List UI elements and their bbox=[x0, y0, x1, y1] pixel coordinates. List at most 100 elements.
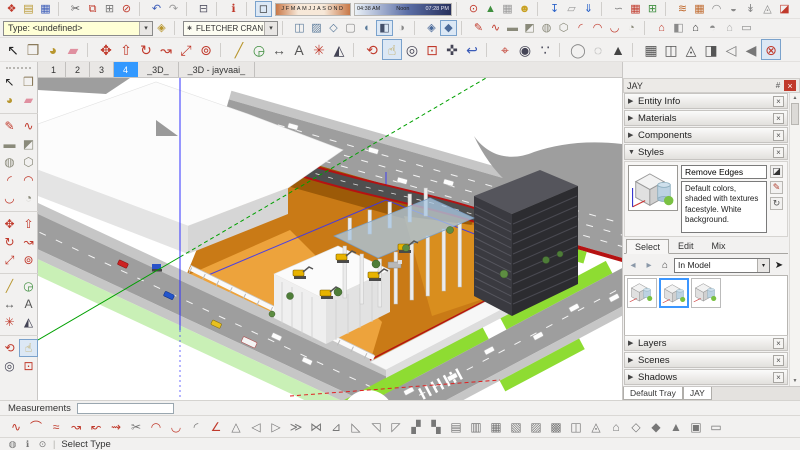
pie-tool[interactable]: ◔ bbox=[623, 20, 640, 36]
section-shadows[interactable]: ▶ Shadows × bbox=[624, 369, 788, 385]
prism-tool[interactable]: ▣ bbox=[686, 417, 706, 436]
pin-icon[interactable]: # bbox=[772, 80, 784, 91]
view-iso[interactable]: ◈ bbox=[423, 20, 440, 36]
style-thumb-1[interactable] bbox=[627, 278, 657, 308]
select-tool[interactable]: ↖ bbox=[3, 39, 23, 60]
dimension-tool[interactable]: ↔ bbox=[0, 295, 19, 313]
weave-tool[interactable]: ⋈ bbox=[306, 417, 326, 436]
acam-record[interactable]: ⊗ bbox=[761, 39, 781, 60]
update-style-button[interactable]: ✎ bbox=[770, 181, 783, 194]
offset-tool[interactable]: ⊚ bbox=[196, 39, 216, 60]
rectangle-tool[interactable]: ▬ bbox=[504, 20, 521, 36]
face-style-hidden-line[interactable]: ▢ bbox=[342, 20, 359, 36]
hatch-a[interactable]: ▞ bbox=[406, 417, 426, 436]
dropdown-arrow-icon[interactable]: ▾ bbox=[757, 258, 769, 272]
arc-concave[interactable]: ◠ bbox=[146, 417, 166, 436]
loft-left[interactable]: ◁ bbox=[246, 417, 266, 436]
pie-tool[interactable]: ◔ bbox=[19, 189, 38, 207]
refresh-style-button[interactable]: ↻ bbox=[770, 197, 783, 210]
shelter-tool[interactable]: ⌂ bbox=[606, 417, 626, 436]
style-thumb-3[interactable] bbox=[691, 278, 721, 308]
dropdown-arrow-icon[interactable]: ▾ bbox=[139, 21, 152, 35]
pan-tool[interactable]: ☝ bbox=[19, 339, 38, 357]
geolocation-icon[interactable]: ◍ bbox=[6, 439, 19, 450]
face-style-wireframe[interactable]: ◇ bbox=[325, 20, 342, 36]
line-tool[interactable]: ✎ bbox=[0, 117, 19, 135]
section-close-icon[interactable]: × bbox=[773, 337, 784, 349]
wedge-d[interactable]: ◸ bbox=[386, 417, 406, 436]
freehand-tool[interactable]: ∿ bbox=[487, 20, 504, 36]
palette-grip[interactable] bbox=[6, 67, 31, 71]
get-models[interactable]: ⌂ bbox=[653, 20, 670, 36]
section-layers[interactable]: ▶ Layers × bbox=[624, 335, 788, 351]
tape-measure[interactable]: ╱ bbox=[0, 277, 19, 295]
share-model[interactable]: ◧ bbox=[670, 20, 687, 36]
soften-edges[interactable]: ◌ bbox=[588, 39, 608, 60]
scrollbar-thumb[interactable] bbox=[791, 103, 799, 125]
scene-tab-3[interactable]: 3 bbox=[90, 62, 115, 77]
paste[interactable]: ⊞ bbox=[101, 1, 118, 17]
move-tool[interactable]: ✥ bbox=[0, 215, 19, 233]
acam-swap[interactable]: ◬ bbox=[681, 39, 701, 60]
add-building[interactable]: ◓ bbox=[704, 20, 721, 36]
section-components[interactable]: ▶ Components × bbox=[624, 127, 788, 143]
axes-tool[interactable]: ✳ bbox=[309, 39, 329, 60]
classification-type-dropdown[interactable]: Type: <undefined> ▾ bbox=[3, 20, 153, 36]
rectangle-tool[interactable]: ▬ bbox=[0, 135, 19, 153]
diamond-mesh[interactable]: ◇ bbox=[626, 417, 646, 436]
sandbox-smoove[interactable]: ◠ bbox=[708, 1, 725, 17]
scroll-down-icon[interactable]: ▼ bbox=[790, 376, 800, 386]
drop-component[interactable]: ⇓ bbox=[580, 1, 597, 17]
section-close-icon[interactable]: × bbox=[773, 354, 784, 366]
follow-me-tool[interactable]: ↝ bbox=[19, 233, 38, 251]
face-style-monochrome[interactable]: ◑ bbox=[393, 20, 410, 36]
new-model[interactable]: ❖ bbox=[3, 1, 20, 17]
acam-look[interactable]: ◫ bbox=[661, 39, 681, 60]
two-point-arc-tool[interactable]: ◠ bbox=[589, 20, 606, 36]
sandbox-stamp[interactable]: ◒ bbox=[725, 1, 742, 17]
3d-text-tool[interactable]: ◭ bbox=[19, 313, 38, 331]
section-close-icon[interactable]: × bbox=[773, 95, 784, 107]
print[interactable]: ⊟ bbox=[195, 1, 212, 17]
model-info[interactable]: ℹ bbox=[225, 1, 242, 17]
section-entity-info[interactable]: ▶ Entity Info × bbox=[624, 93, 788, 109]
surface-diag[interactable]: ▧ bbox=[506, 417, 526, 436]
freehand-tool[interactable]: ∿ bbox=[19, 117, 38, 135]
bezier-curve[interactable]: ∿ bbox=[6, 417, 26, 436]
current-style-button[interactable]: ◻ bbox=[255, 1, 272, 17]
home-button[interactable]: ⌂ bbox=[687, 20, 704, 36]
zoom-tool[interactable]: ◎ bbox=[402, 39, 422, 60]
scene-tab-3d-jayvaai[interactable]: _3D - jayvaai_ bbox=[179, 62, 256, 77]
make-component[interactable]: ❒ bbox=[19, 73, 38, 91]
shadow-time-slider[interactable]: 04:38 AM Noon 07:28 PM bbox=[354, 2, 452, 16]
line-tool[interactable]: ✎ bbox=[470, 20, 487, 36]
curve-smooth[interactable]: ⇝ bbox=[106, 417, 126, 436]
section-close-icon[interactable]: × bbox=[773, 146, 784, 158]
loft-chain[interactable]: ≫ bbox=[286, 417, 306, 436]
rotated-rectangle-tool[interactable]: ◩ bbox=[19, 135, 38, 153]
surface-cols[interactable]: ▥ bbox=[466, 417, 486, 436]
paint-bucket[interactable]: ◕ bbox=[0, 91, 19, 109]
styles-tab-edit[interactable]: Edit bbox=[669, 239, 703, 253]
face-style-back-edges[interactable]: ▨ bbox=[308, 20, 325, 36]
section-close-icon[interactable]: × bbox=[773, 371, 784, 383]
diamond-solid[interactable]: ◆ bbox=[646, 417, 666, 436]
view-perspective[interactable]: ◆ bbox=[440, 20, 457, 36]
zoom-extents[interactable]: ✜ bbox=[442, 39, 462, 60]
pan-tool[interactable]: ☝ bbox=[382, 39, 402, 60]
classifier-tool-icon[interactable]: ◈ bbox=[153, 20, 170, 36]
section-materials[interactable]: ▶ Materials × bbox=[624, 110, 788, 126]
house-outline[interactable]: ⌂ bbox=[721, 20, 738, 36]
scene-selector-dropdown[interactable]: ✱ FLETCHER CRAN ▾ bbox=[183, 20, 278, 36]
style-thumb-2-remove-edges[interactable] bbox=[659, 278, 689, 308]
frustum-lines[interactable]: ◁ bbox=[721, 39, 741, 60]
rotated-rectangle-tool[interactable]: ◩ bbox=[521, 20, 538, 36]
create-style-button[interactable]: ◪ bbox=[770, 165, 783, 178]
measurements-input[interactable] bbox=[77, 403, 174, 414]
pyramid-tool[interactable]: ▲ bbox=[666, 417, 686, 436]
3d-text-tool[interactable]: ◭ bbox=[329, 39, 349, 60]
polyline-tool[interactable]: ↝ bbox=[66, 417, 86, 436]
orbit-tool[interactable]: ⟲ bbox=[0, 339, 19, 357]
eraser-tool[interactable]: ▰ bbox=[63, 39, 83, 60]
panel-tri[interactable]: ◬ bbox=[586, 417, 606, 436]
